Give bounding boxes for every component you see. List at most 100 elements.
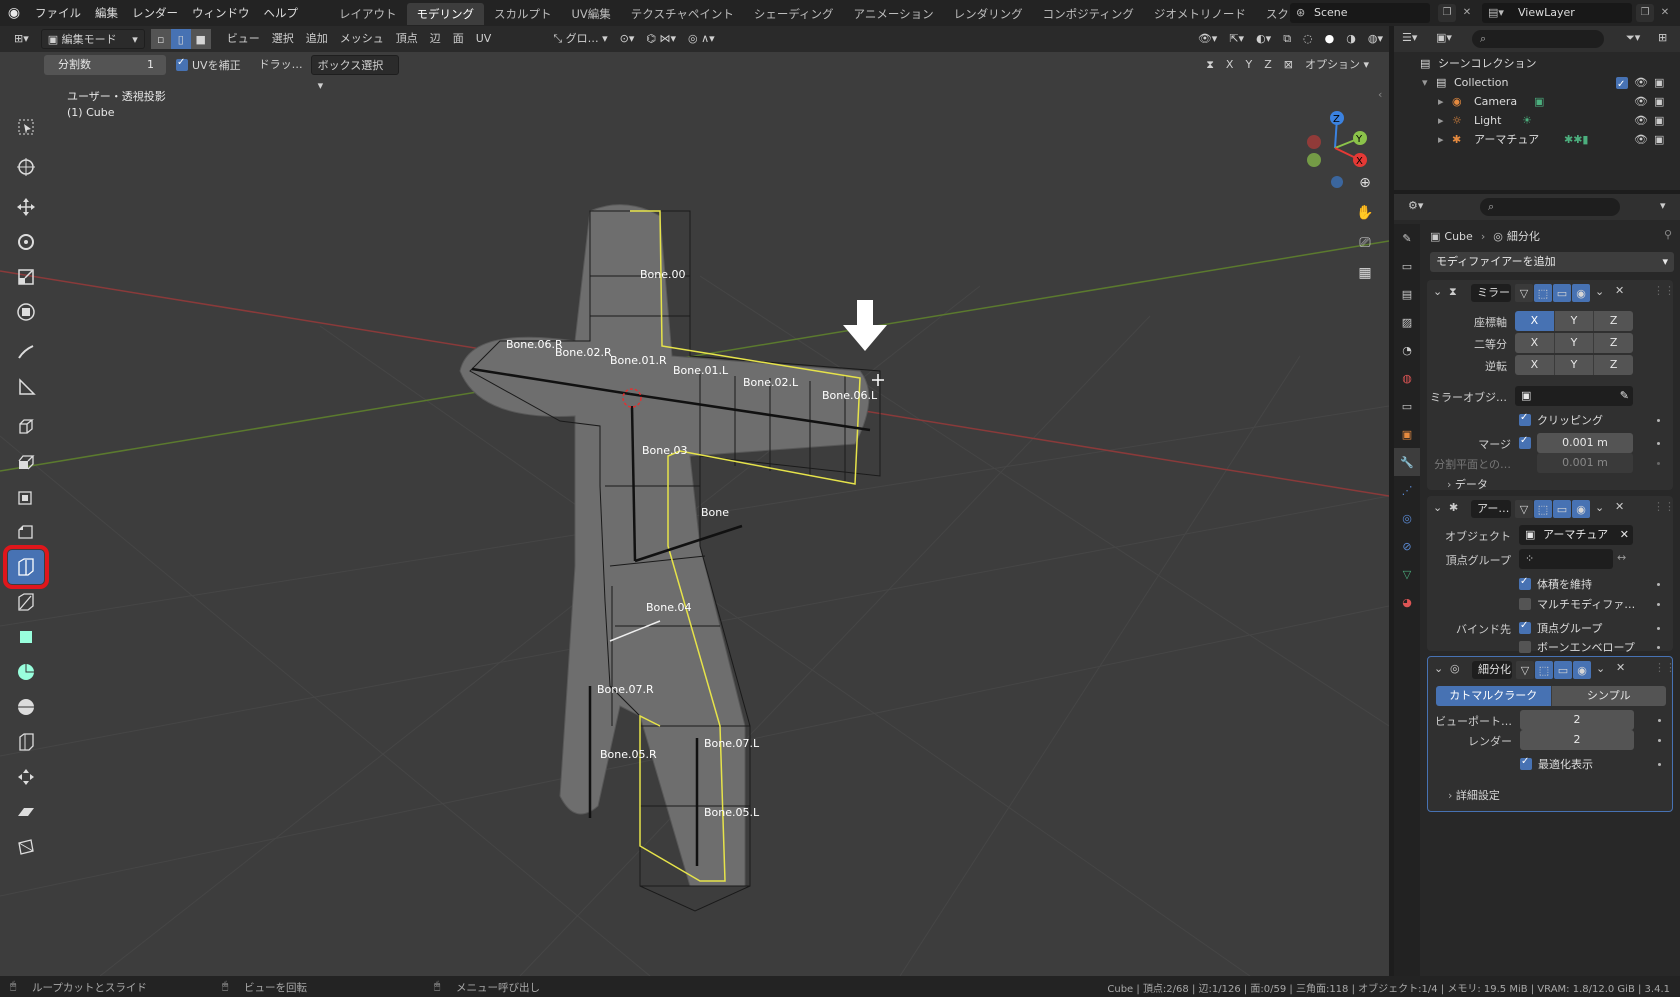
overlay-icon[interactable]: ◐▾ (1250, 29, 1277, 49)
keyframe-dot[interactable] (1657, 627, 1660, 630)
axis-z-toggle[interactable]: Z (1594, 311, 1634, 331)
chevron-down-icon[interactable]: ⌄ (1595, 285, 1604, 298)
menu-file[interactable]: ファイル (28, 0, 88, 26)
select-box-dropdown[interactable]: ボックス選択 ▾ (310, 55, 399, 92)
drag-dropdown[interactable]: ドラッ… (253, 55, 309, 75)
expand-right-icon[interactable]: ▸ (1438, 92, 1444, 112)
keyframe-dot[interactable] (1658, 763, 1661, 766)
flip-z-toggle[interactable]: Z (1594, 355, 1634, 375)
pan-hand-icon[interactable]: ✋ (1352, 200, 1378, 226)
menu-uv[interactable]: UV (470, 29, 498, 49)
outliner-item-armature[interactable]: ▸ ✱ アーマチュア ✱✱▮ 👁 ▣ (1394, 130, 1680, 150)
inset-tool-icon[interactable] (8, 480, 44, 514)
tool-tab-icon[interactable]: ✎ (1394, 224, 1420, 252)
uv-correct-checkbox[interactable] (176, 57, 188, 71)
auto-merge-icon[interactable]: ⊠ (1278, 55, 1299, 75)
preserve-volume-checkbox[interactable] (1519, 576, 1531, 590)
3d-viewport[interactable]: Bone.00 Bone.06.R Bone.02.R Bone.01.R Bo… (0, 26, 1389, 976)
transform-tool-icon[interactable] (8, 295, 44, 329)
bisect-x-toggle[interactable]: X (1515, 333, 1555, 353)
xray-icon[interactable]: ⧉ (1277, 29, 1297, 49)
display-mode-icon[interactable]: ▣▾ (1436, 31, 1452, 44)
viewport-display-icon[interactable]: ▭ (1554, 661, 1572, 679)
edge-slide-tool-icon[interactable] (8, 725, 44, 759)
advanced-subpanel[interactable]: › 詳細設定 (1448, 787, 1500, 803)
options-dropdown[interactable]: オプション ▾ (1299, 55, 1375, 75)
new-scene-icon[interactable]: ❐ (1438, 4, 1456, 22)
subsurf-panel-header[interactable]: ⌄ ◎ 細分化 ▽ ⬚ ▭ ◉ ⌄ ✕ ⋮⋮ (1428, 657, 1676, 683)
add-cube-tool-icon[interactable] (8, 410, 44, 444)
new-collection-icon[interactable]: ⊞ (1658, 31, 1667, 44)
outliner-item-light[interactable]: ▸ ☼ Light ☀ 👁 ▣ (1394, 111, 1680, 131)
camera-render-icon[interactable]: ▣ (1654, 130, 1664, 150)
face-select-icon[interactable]: ■ (190, 29, 211, 49)
tab-compositing[interactable]: コンポジティング (1033, 3, 1144, 25)
bisect-y-toggle[interactable]: Y (1554, 333, 1595, 353)
armature-panel-header[interactable]: ⌄ ✱ アー… ▽ ⬚ ▭ ◉ ⌄ ✕ ⋮⋮ (1427, 496, 1675, 522)
invert-arrows-icon[interactable]: ↔ (1617, 551, 1626, 564)
spin-tool-icon[interactable] (8, 655, 44, 689)
filter-icon[interactable]: ⏷▾ (1626, 31, 1640, 45)
scene-tab-icon[interactable]: ◔ (1394, 336, 1420, 364)
gizmo-icon[interactable]: ⇱▾ (1223, 29, 1250, 49)
shear-tool-icon[interactable] (8, 795, 44, 829)
collection-tab-icon[interactable]: ▭ (1394, 392, 1420, 420)
catmull-clark-option[interactable]: カトマルクラーク (1436, 686, 1552, 706)
add-modifier-dropdown[interactable]: モディファイアーを追加 ▾ (1430, 252, 1674, 272)
tab-rendering[interactable]: レンダリング (944, 3, 1033, 25)
keyframe-dot[interactable] (1658, 739, 1661, 742)
menu-view[interactable]: ビュー (221, 29, 266, 49)
drag-handle-icon[interactable]: ⋮⋮ (1653, 500, 1675, 513)
mirror-x-toggle[interactable]: X (1220, 55, 1240, 75)
pin-icon[interactable]: ⚲ (1664, 228, 1672, 241)
proportional-edit-icon[interactable]: ◎ ∧▾ (682, 29, 721, 49)
tab-geometry-nodes[interactable]: ジオメトリノード (1144, 3, 1256, 25)
editmode-icon[interactable]: ⬚ (1534, 284, 1552, 302)
mirror-panel-header[interactable]: ⌄ ⧗ ミラー ▽ ⬚ ▭ ◉ ⌄ ✕ ⋮⋮ (1427, 280, 1675, 306)
viewport-display-icon[interactable]: ▭ (1553, 284, 1571, 302)
smooth-tool-icon[interactable] (8, 690, 44, 724)
pivot-icon[interactable]: ⊙▾ (614, 29, 641, 49)
shading-wireframe-icon[interactable]: ◌ (1297, 29, 1319, 49)
tab-animation[interactable]: アニメーション (844, 3, 944, 25)
clear-icon[interactable]: ✕ (1620, 525, 1629, 545)
move-tool-icon[interactable] (8, 190, 44, 224)
object-tab-icon[interactable]: ▣ (1394, 420, 1420, 448)
bind-vertex-groups-checkbox[interactable] (1519, 620, 1531, 634)
world-tab-icon[interactable]: ◍ (1394, 364, 1420, 392)
particles-tab-icon[interactable]: ⋰ (1394, 476, 1420, 504)
multi-modifier-checkbox[interactable] (1519, 598, 1531, 610)
constraints-tab-icon[interactable]: ⊘ (1394, 532, 1420, 560)
mode-selector[interactable]: ▣ 編集モード ▾ (40, 29, 145, 49)
drag-handle-icon[interactable]: ⋮⋮ (1654, 661, 1676, 674)
menu-help[interactable]: ヘルプ (257, 0, 306, 26)
extrude-tool-icon[interactable] (8, 445, 44, 479)
cuts-field[interactable]: 分割数 1 (44, 55, 166, 75)
physics-tab-icon[interactable]: ◎ (1394, 504, 1420, 532)
expand-right-icon[interactable]: ▸ (1438, 111, 1444, 131)
knife-tool-icon[interactable] (8, 585, 44, 619)
camera-render-icon[interactable]: ▣ (1654, 111, 1664, 131)
keyframe-dot[interactable] (1657, 583, 1660, 586)
tab-shading[interactable]: シェーディング (744, 3, 844, 25)
camera-render-icon[interactable]: ▣ (1654, 73, 1664, 93)
scale-tool-icon[interactable] (8, 260, 44, 294)
eye-icon[interactable]: 👁 (1634, 92, 1648, 112)
bevel-tool-icon[interactable] (8, 515, 44, 549)
menu-edge[interactable]: 辺 (424, 29, 447, 49)
eye-icon[interactable]: 👁 (1634, 111, 1648, 131)
editmode-icon[interactable]: ⬚ (1534, 500, 1552, 518)
output-tab-icon[interactable]: ▤ (1394, 280, 1420, 308)
mirror-icon[interactable]: ⧗ (1200, 55, 1220, 75)
expand-right-icon[interactable]: ▸ (1438, 130, 1444, 150)
collection-exclude-checkbox[interactable] (1616, 75, 1628, 95)
select-box-tool-icon[interactable] (8, 110, 44, 144)
close-icon[interactable]: ✕ (1615, 284, 1624, 297)
shrink-tool-icon[interactable] (8, 760, 44, 794)
delete-viewlayer-icon[interactable]: ✕ (1656, 4, 1674, 22)
material-tab-icon[interactable]: ◕ (1394, 588, 1420, 616)
camera-render-icon[interactable]: ▣ (1654, 92, 1664, 112)
annotate-tool-icon[interactable] (8, 335, 44, 369)
collapse-icon[interactable]: ⌄ (1433, 285, 1442, 298)
view-layer-tab-icon[interactable]: ▨ (1394, 308, 1420, 336)
